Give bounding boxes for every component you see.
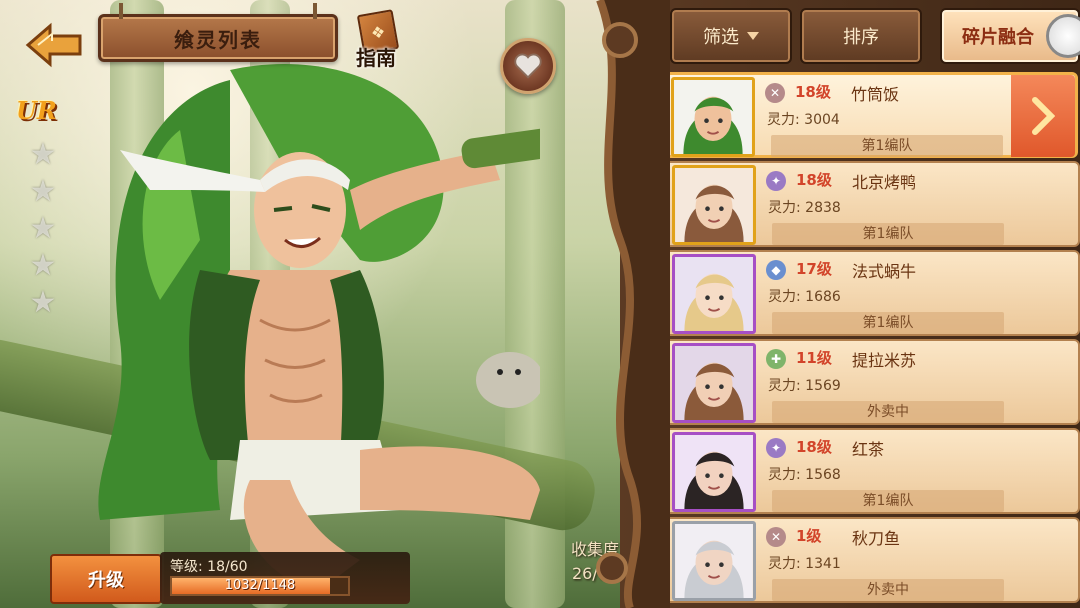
back-button[interactable]	[24, 22, 86, 68]
level-panel: 等级: 18/60 1032/1148	[160, 552, 410, 604]
level-text: 等级: 18/60	[170, 559, 248, 575]
fusion-orb-icon	[1046, 14, 1080, 58]
character-power: 灵力: 1686	[768, 289, 841, 305]
character-name: 秋刀鱼	[852, 529, 901, 548]
character-status: 第1编队	[771, 135, 1003, 157]
rope-decoration	[119, 3, 123, 19]
character-status: 第1编队	[772, 490, 1004, 512]
rope-decoration	[313, 3, 317, 19]
character-status: 外卖中	[772, 401, 1004, 423]
character-card[interactable]: ✕ 18级 竹筒饭 灵力: 3004 第1编队	[660, 72, 1078, 158]
chevron-right-icon	[1032, 97, 1055, 135]
character-card[interactable]: ✕ 1级 秋刀鱼 灵力: 1341 外卖中	[660, 517, 1080, 603]
character-portrait	[672, 165, 756, 245]
character-list-panel: 筛选 排序 碎片融合 ✕ 18级 竹筒饭 灵力: 3004 第1编队 ✦ 18级 北京烤鸭 灵力…	[620, 0, 1080, 608]
character-portrait	[672, 521, 756, 601]
heal-type-icon: ✚	[766, 349, 786, 369]
character-illustration[interactable]	[60, 40, 572, 600]
character-list[interactable]: ✕ 18级 竹筒饭 灵力: 3004 第1编队 ✦ 18级 北京烤鸭 灵力: 2838 第1编队 ◆…	[660, 72, 1080, 608]
character-level: 17级	[796, 260, 832, 278]
character-portrait	[671, 77, 755, 157]
character-card[interactable]: ✚ 11级 提拉米苏 灵力: 1569 外卖中	[660, 339, 1080, 425]
character-card[interactable]: ✦ 18级 红茶 灵力: 1568 第1编队	[660, 428, 1080, 514]
filter-label: 筛选	[703, 27, 739, 48]
character-power: 灵力: 1568	[768, 467, 841, 483]
exp-text: 1032/1148	[224, 578, 296, 593]
favorite-button[interactable]	[500, 38, 556, 94]
character-power: 灵力: 2838	[768, 200, 841, 216]
character-level: 18级	[795, 83, 831, 101]
shield-type-icon: ◆	[766, 260, 786, 280]
back-arrow-icon	[25, 22, 82, 68]
character-status: 第1编队	[772, 312, 1004, 334]
detail-button[interactable]	[1011, 75, 1075, 157]
character-portrait	[672, 343, 756, 423]
rarity-badge: UR	[16, 96, 57, 125]
character-stage: 飨灵列表 ❖ 指南 UR ★ ★ ★ ★ ★ 升级 等级: 18/60 1032…	[0, 0, 640, 608]
character-level: 11级	[796, 349, 832, 367]
character-portrait	[672, 432, 756, 512]
character-name: 北京烤鸭	[852, 173, 917, 192]
character-status: 第1编队	[772, 223, 1004, 245]
sword-type-icon: ✕	[765, 83, 785, 103]
fragment-fusion-button[interactable]: 碎片融合	[940, 8, 1080, 64]
star-icon: ★	[29, 137, 57, 172]
character-power: 灵力: 1569	[768, 378, 841, 394]
page-title-banner: 飨灵列表	[98, 3, 338, 62]
character-portrait	[672, 254, 756, 334]
fragment-fusion-label: 碎片融合	[962, 27, 1034, 48]
star-icon: ★	[29, 248, 57, 283]
character-card[interactable]: ◆ 17级 法式蜗牛 灵力: 1686 第1编队	[660, 250, 1080, 336]
chevron-down-icon	[747, 32, 759, 40]
character-name: 红茶	[852, 440, 885, 459]
character-status: 外卖中	[772, 579, 1004, 601]
page-title: 飨灵列表	[174, 27, 262, 52]
upgrade-button[interactable]: 升级	[50, 554, 162, 604]
star-icon: ★	[29, 211, 57, 246]
character-power: 灵力: 3004	[767, 112, 840, 128]
star-type-icon: ✦	[766, 171, 786, 191]
sort-button[interactable]: 排序	[800, 8, 922, 64]
sort-label: 排序	[843, 27, 879, 48]
character-level: 1级	[796, 527, 822, 545]
character-level: 18级	[796, 438, 832, 456]
star-rating: ★ ★ ★ ★ ★	[28, 136, 58, 321]
star-type-icon: ✦	[766, 438, 786, 458]
guide-button[interactable]: ❖ 指南	[352, 9, 402, 70]
sword-type-icon: ✕	[766, 527, 786, 547]
guide-label: 指南	[356, 46, 396, 70]
character-power: 灵力: 1341	[768, 556, 841, 572]
heart-icon	[514, 53, 542, 79]
star-icon: ★	[29, 174, 57, 209]
star-icon: ★	[29, 285, 57, 320]
character-name: 提拉米苏	[852, 351, 917, 370]
filter-button[interactable]: 筛选	[670, 8, 792, 64]
list-toolbar: 筛选 排序 碎片融合	[666, 8, 1080, 64]
exp-bar: 1032/1148	[170, 576, 350, 596]
character-card[interactable]: ✦ 18级 北京烤鸭 灵力: 2838 第1编队	[660, 161, 1080, 247]
character-name: 法式蜗牛	[852, 262, 917, 281]
character-name: 竹筒饭	[851, 85, 900, 104]
character-level: 18级	[796, 171, 832, 189]
